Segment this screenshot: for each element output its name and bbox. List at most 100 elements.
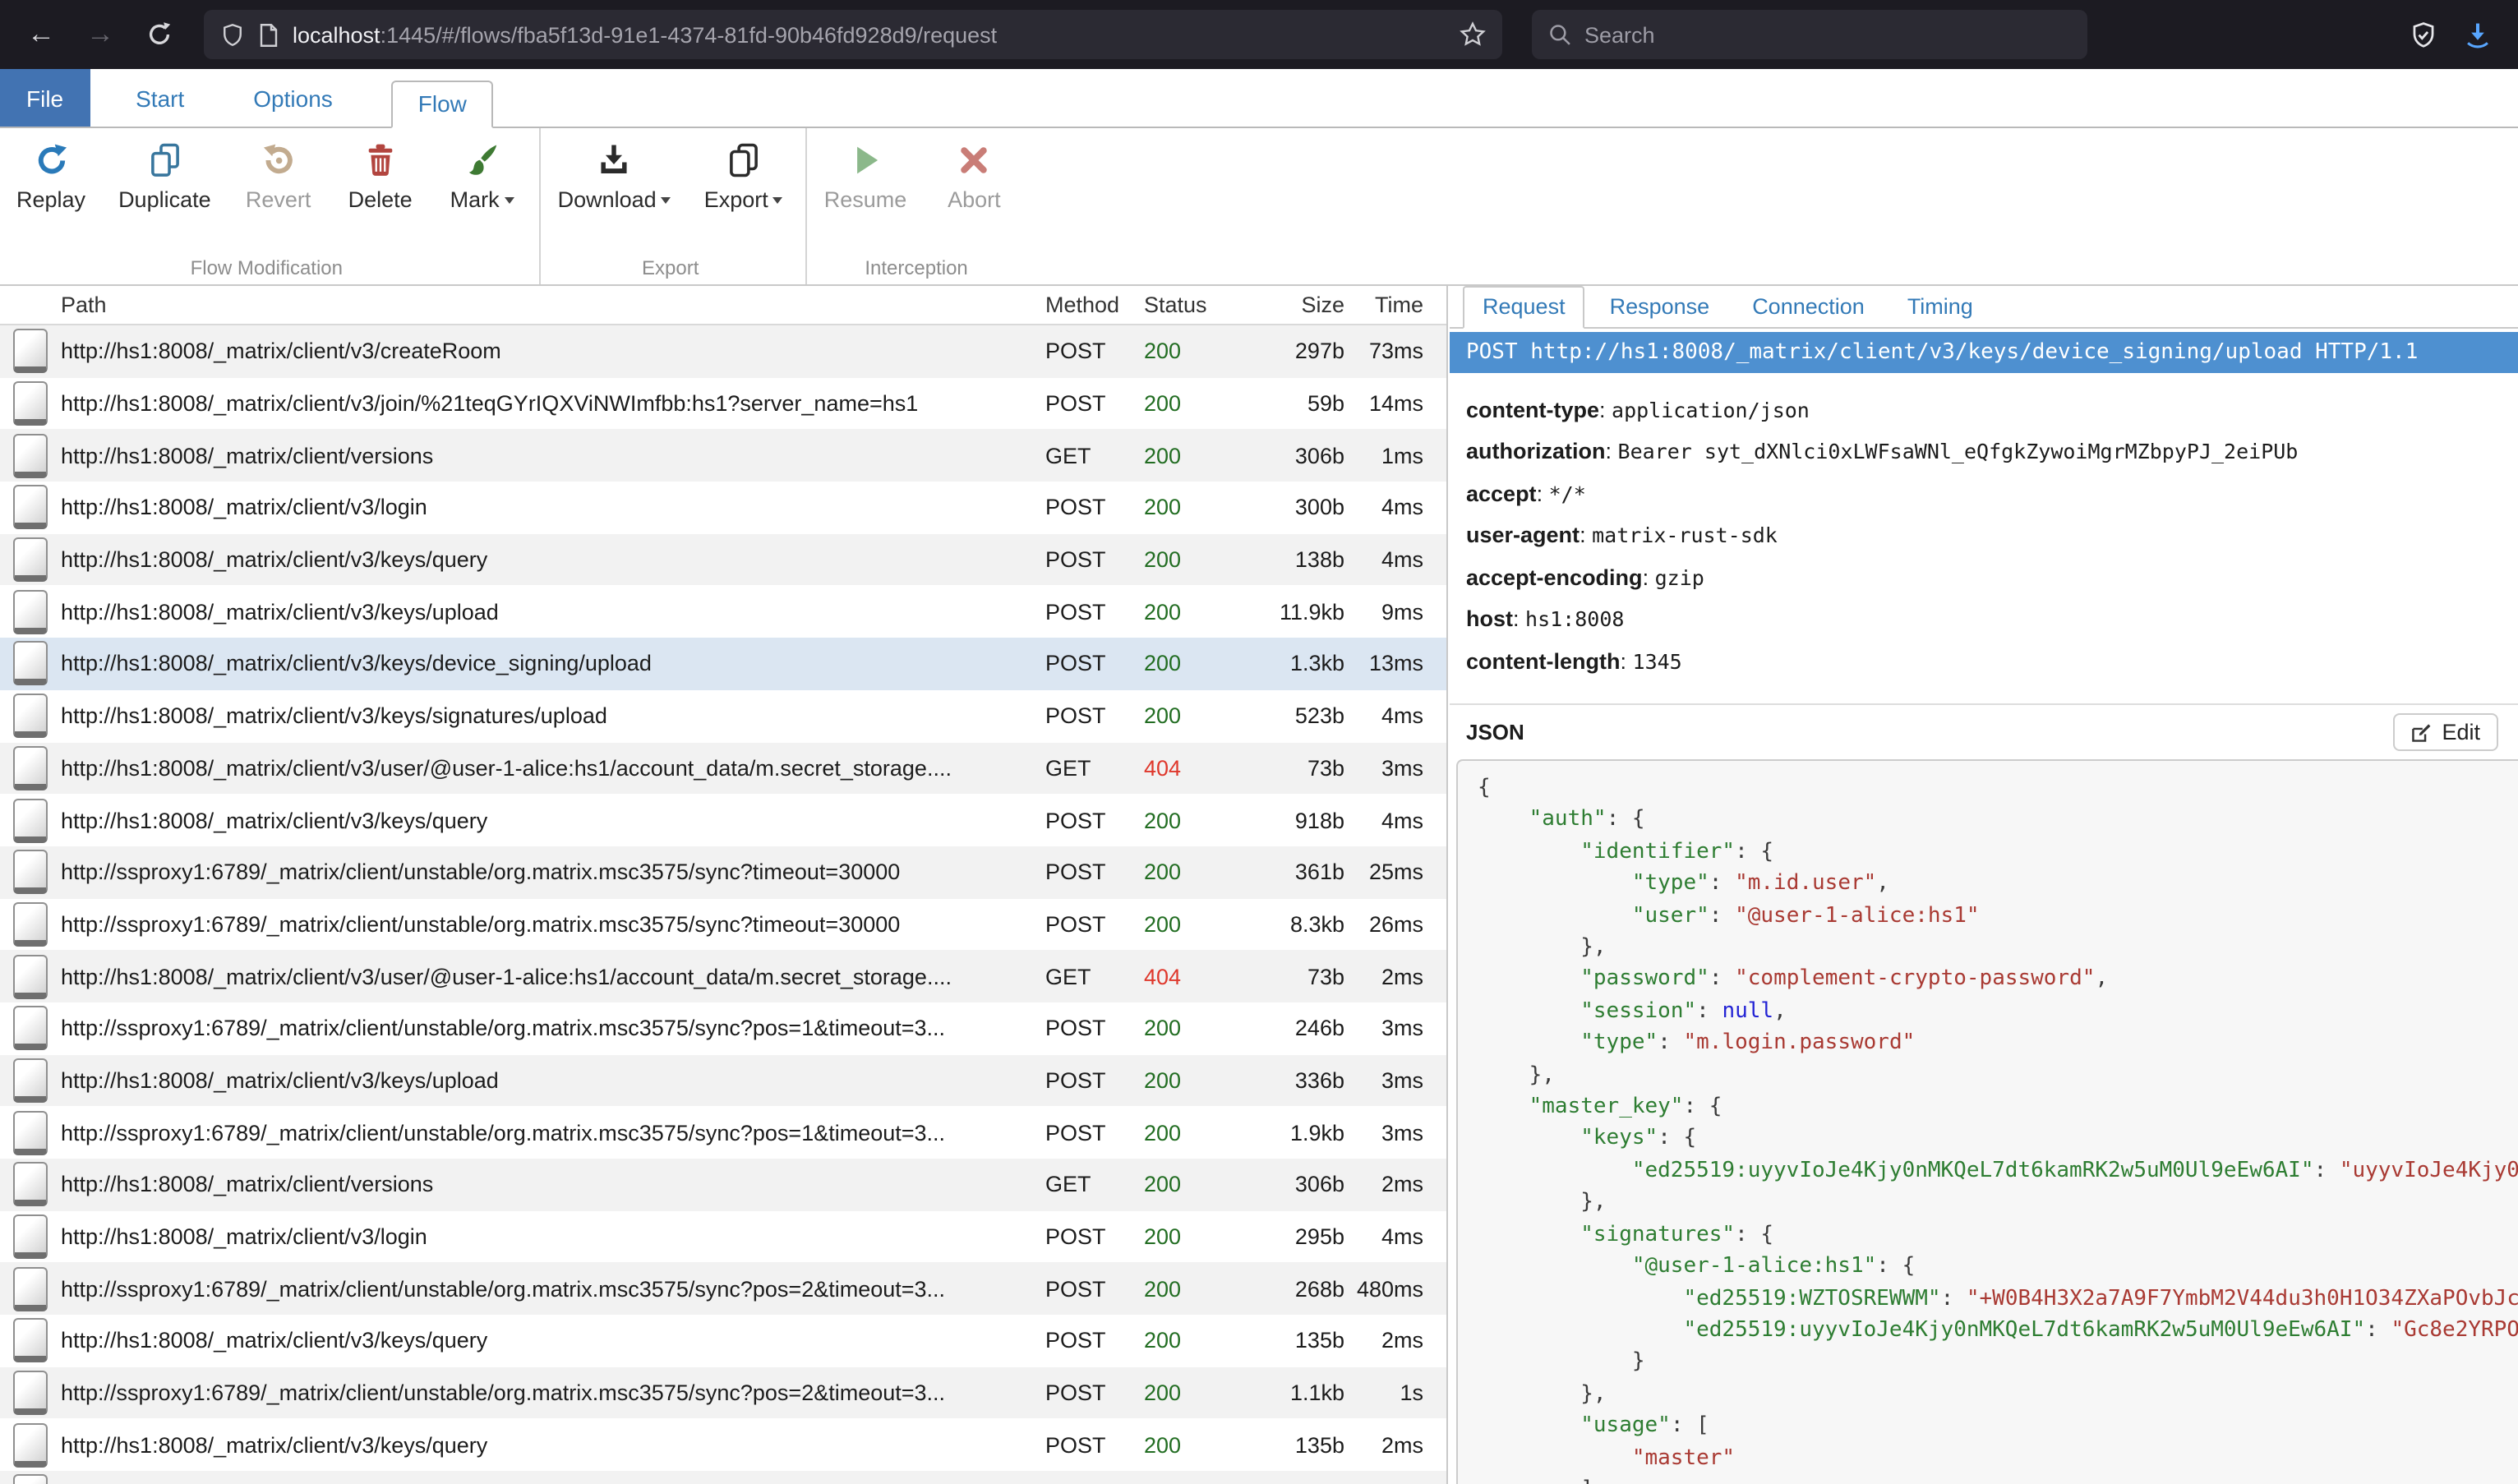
flow-row[interactable]: http://hs1:8008/_matrix/client/versionsG… <box>0 430 1446 482</box>
button-label: Export <box>704 187 783 212</box>
column-header-time[interactable]: Time <box>1344 293 1446 317</box>
flow-path: http://ssproxy1:6789/_matrix/client/unst… <box>61 1016 1045 1041</box>
url-bar[interactable]: localhost:1445/#/flows/fba5f13d-91e1-437… <box>204 10 1502 59</box>
request-body-json[interactable]: { "auth": { "identifier": { "type": "m.i… <box>1456 759 2518 1484</box>
caret-down-icon <box>505 198 514 205</box>
flow-path: http://ssproxy1:6789/_matrix/client/unst… <box>61 1120 1045 1145</box>
edit-button[interactable]: Edit <box>2392 713 2498 751</box>
flow-status: 200 <box>1144 912 1229 937</box>
flow-row[interactable]: http://hs1:8008/_matrix/client/v3/keys/q… <box>0 794 1446 846</box>
back-button[interactable]: ← <box>16 10 66 59</box>
flow-row[interactable]: http://ssproxy1:6789/_matrix/client/unst… <box>0 1107 1446 1159</box>
flow-method: POST <box>1045 547 1144 572</box>
flow-path: http://hs1:8008/_matrix/client/v3/keys/u… <box>61 600 1045 624</box>
play-icon <box>848 138 883 181</box>
request-header-content-type[interactable]: content-type: application/json <box>1466 397 2502 422</box>
flow-row[interactable]: http://hs1:8008/_matrix/client/v3/create… <box>0 325 1446 377</box>
downloads-icon[interactable] <box>2464 21 2492 48</box>
page-icon[interactable] <box>258 22 279 47</box>
flow-path: http://hs1:8008/_matrix/client/v3/keys/q… <box>61 808 1045 832</box>
request-header-user-agent[interactable]: user-agent: matrix-rust-sdk <box>1466 523 2502 547</box>
flow-size: 59b <box>1229 391 1344 416</box>
delete-button[interactable]: Delete <box>346 138 415 212</box>
shield-check-icon[interactable] <box>2410 21 2437 48</box>
export-button[interactable]: Export <box>704 138 783 212</box>
flow-row[interactable]: http://hs1:8008/_matrix/client/v3/join/%… <box>0 377 1446 429</box>
menu-options[interactable]: Options <box>250 69 336 127</box>
mark-button[interactable]: Mark <box>448 138 517 212</box>
flow-size: 1.9kb <box>1229 1120 1344 1145</box>
flow-time: 3ms <box>1344 756 1446 781</box>
flow-row[interactable]: http://ssproxy1:6789/_matrix/client/unst… <box>0 898 1446 950</box>
flow-icon-cell <box>0 1110 61 1154</box>
flow-status: 200 <box>1144 1380 1229 1405</box>
flow-icon-cell <box>0 537 61 582</box>
flow-row[interactable]: http://ssproxy1:6789/_matrix/client/unst… <box>0 846 1446 898</box>
flow-row[interactable]: http://hs1:8008/_matrix/client/v3/keys/q… <box>0 1315 1446 1366</box>
column-header-method[interactable]: Method <box>1045 293 1144 317</box>
duplicate-button[interactable]: Duplicate <box>118 138 211 212</box>
browser-search-bar[interactable]: Search <box>1532 10 2087 59</box>
toolbar-group-flow-modification: ReplayDuplicateRevertDeleteMarkFlow Modi… <box>0 128 542 284</box>
flow-row[interactable]: http://ssproxy1:6789/_matrix/client/unst… <box>0 1002 1446 1054</box>
revert-icon <box>261 138 296 181</box>
flow-row[interactable]: http://hs1:8008/_matrix/client/v3/loginP… <box>0 482 1446 533</box>
detail-tab-connection[interactable]: Connection <box>1734 288 1883 327</box>
forward-button[interactable]: → <box>76 10 125 59</box>
flow-row[interactable]: http://hs1:8008/_matrix/client/v3/keys/q… <box>0 1419 1446 1471</box>
button-label: Replay <box>16 187 85 212</box>
request-first-line[interactable]: POST http://hs1:8008/_matrix/client/v3/k… <box>1450 332 2518 373</box>
resume-button[interactable]: Resume <box>824 138 907 212</box>
flow-document-icon <box>13 1371 48 1415</box>
flow-row[interactable]: http://hs1:8008/_matrix/client/v3/keys/u… <box>0 1054 1446 1106</box>
flow-size: 336b <box>1229 1068 1344 1093</box>
flow-table-header: PathMethodStatusSizeTime <box>0 286 1446 325</box>
flow-row[interactable]: http://hs1:8008/_matrix/client/v3/user/@… <box>0 951 1446 1002</box>
menu-start[interactable]: Start <box>132 69 187 127</box>
flow-size: 1.3kb <box>1229 652 1344 676</box>
detail-tab-response[interactable]: Response <box>1592 288 1728 327</box>
flow-row[interactable]: http://hs1:8008/_matrix/client/v3/user/@… <box>0 742 1446 794</box>
abort-button[interactable]: Abort <box>939 138 1008 212</box>
flow-row[interactable]: http://hs1:8008/_matrix/client/v3/keys/s… <box>0 690 1446 742</box>
flow-icon-cell <box>0 330 61 374</box>
x-icon <box>957 138 991 181</box>
column-header-size[interactable]: Size <box>1229 293 1344 317</box>
request-header-content-length[interactable]: content-length: 1345 <box>1466 648 2502 673</box>
replay-button[interactable]: Replay <box>16 138 85 212</box>
button-label: Abort <box>948 187 1001 212</box>
request-header-host[interactable]: host: hs1:8008 <box>1466 606 2502 631</box>
flow-document-icon <box>13 798 48 842</box>
flow-icon-cell <box>0 486 61 530</box>
flow-time: 4ms <box>1344 703 1446 728</box>
reload-button[interactable] <box>135 10 184 59</box>
flow-row[interactable]: http://hs1:8008/_matrix/client/v3/keys/u… <box>0 586 1446 638</box>
menu-tab-flow[interactable]: Flow <box>392 81 493 128</box>
shield-icon[interactable] <box>220 22 245 47</box>
flow-row[interactable]: http://hs1:8008/_matrix/client/versionsG… <box>0 1159 1446 1210</box>
flow-size: 135b <box>1229 1433 1344 1458</box>
download-button[interactable]: Download <box>558 138 671 212</box>
flow-time: 4ms <box>1344 808 1446 832</box>
detail-tab-request[interactable]: Request <box>1463 286 1585 329</box>
column-header-path[interactable]: Path <box>61 293 1045 317</box>
flow-row-partial[interactable] <box>0 1471 1446 1484</box>
detail-tab-timing[interactable]: Timing <box>1889 288 1991 327</box>
body-format-label: JSON <box>1466 720 1524 744</box>
request-header-accept[interactable]: accept: */* <box>1466 481 2502 505</box>
flow-icon-cell <box>0 954 61 998</box>
menu-file-button[interactable]: File <box>0 69 90 127</box>
flow-time: 73ms <box>1344 339 1446 364</box>
request-header-accept-encoding[interactable]: accept-encoding: gzip <box>1466 565 2502 589</box>
flow-row[interactable]: http://hs1:8008/_matrix/client/v3/loginP… <box>0 1210 1446 1262</box>
flow-row[interactable]: http://ssproxy1:6789/_matrix/client/unst… <box>0 1367 1446 1419</box>
request-header-authorization[interactable]: authorization: Bearer syt_dXNlci0xLWFsaW… <box>1466 439 2502 463</box>
bookmark-star-icon[interactable] <box>1460 21 1486 48</box>
flow-row[interactable]: http://ssproxy1:6789/_matrix/client/unst… <box>0 1263 1446 1315</box>
revert-button[interactable]: Revert <box>244 138 313 212</box>
flow-method: POST <box>1045 1380 1144 1405</box>
flow-document-icon <box>13 1423 48 1468</box>
flow-row[interactable]: http://hs1:8008/_matrix/client/v3/keys/d… <box>0 638 1446 689</box>
column-header-status[interactable]: Status <box>1144 293 1229 317</box>
flow-row[interactable]: http://hs1:8008/_matrix/client/v3/keys/q… <box>0 534 1446 586</box>
